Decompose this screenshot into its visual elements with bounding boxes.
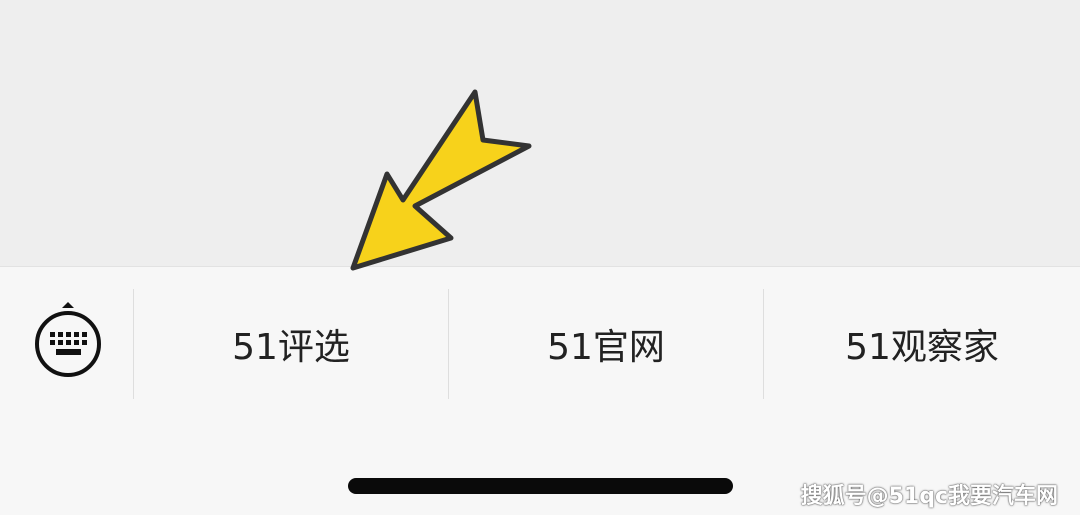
menu-item-51-selection[interactable]: 51评选 [134, 289, 449, 399]
menu-item-label: 51观察家 [845, 327, 999, 368]
menu-item-51-observer[interactable]: 51观察家 [764, 289, 1080, 399]
chat-content-area [0, 0, 1080, 267]
menu-item-label: 51官网 [547, 327, 665, 368]
menu-item-51-official-site[interactable]: 51官网 [449, 289, 764, 399]
home-indicator[interactable] [348, 478, 733, 494]
keyboard-switch-button[interactable] [0, 289, 134, 399]
watermark: 搜狐号@51qc我要汽车网 [800, 484, 1058, 509]
menu-row: 51评选 51官网 51观察家 [0, 289, 1080, 399]
menu-item-label: 51评选 [232, 327, 350, 368]
keyboard-toggle-icon [35, 302, 101, 377]
screen: 51评选 51官网 51观察家 搜狐号@51qc我要汽车网 [0, 0, 1080, 515]
